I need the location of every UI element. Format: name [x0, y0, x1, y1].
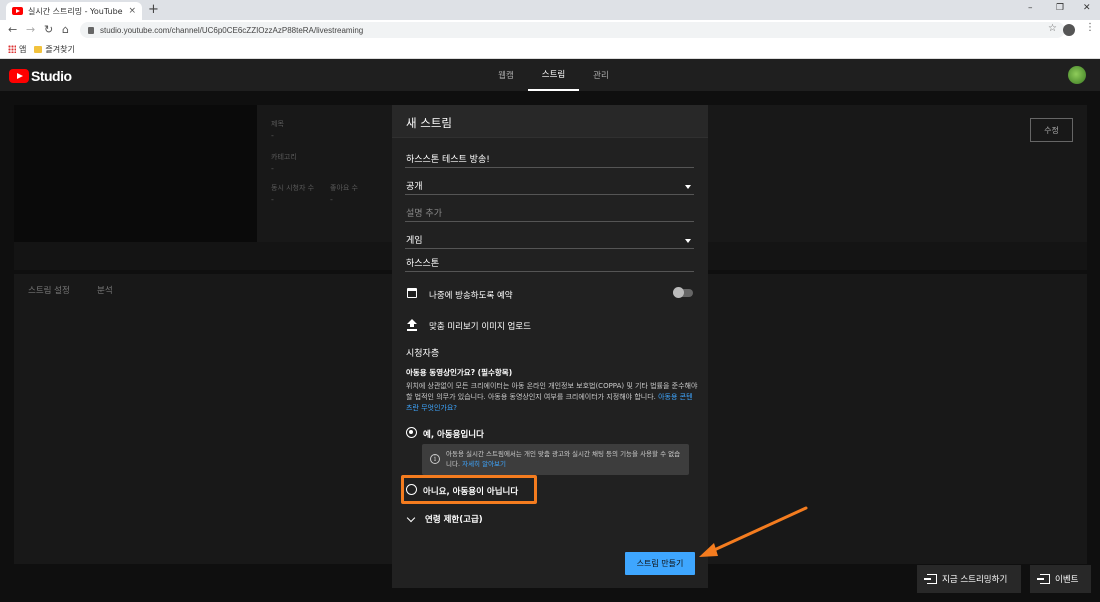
stream-now-button[interactable]: 지금 스트리밍하기 — [917, 565, 1021, 593]
enter-icon — [924, 574, 937, 584]
annotation-arrow — [699, 506, 808, 557]
events-button[interactable]: 이벤트 — [1030, 565, 1091, 593]
events-label: 이벤트 — [1055, 575, 1079, 585]
stream-now-label: 지금 스트리밍하기 — [942, 575, 1008, 585]
enter-icon — [1037, 574, 1050, 584]
